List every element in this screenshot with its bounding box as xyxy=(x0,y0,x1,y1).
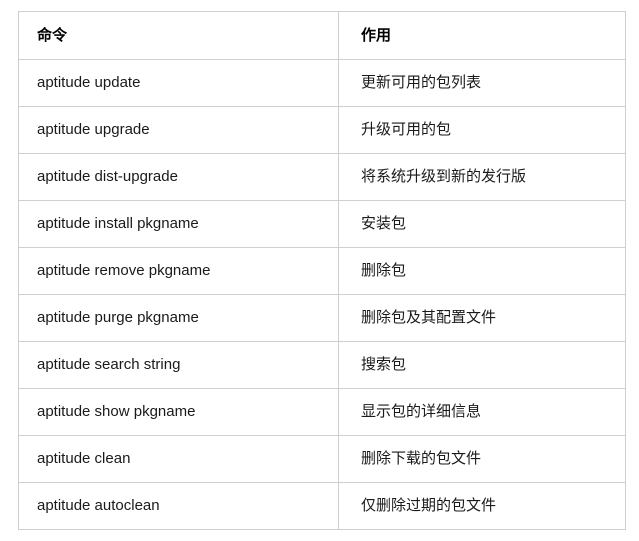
table-body: aptitude update 更新可用的包列表 aptitude upgrade 升… xyxy=(18,59,626,530)
cell-effect: 仅删除过期的包文件 xyxy=(338,482,626,530)
table-row: aptitude show pkgname 显示包的详细信息 xyxy=(18,388,626,436)
cell-command: aptitude dist-upgrade xyxy=(18,153,339,201)
cell-effect: 升级可用的包 xyxy=(338,106,626,154)
table-row: aptitude clean 删除下载的包文件 xyxy=(18,435,626,483)
table-row: aptitude update 更新可用的包列表 xyxy=(18,59,626,107)
cell-command: aptitude remove pkgname xyxy=(18,247,339,295)
cell-command: aptitude show pkgname xyxy=(18,388,339,436)
cell-effect: 更新可用的包列表 xyxy=(338,59,626,107)
table-header: 命令 作用 xyxy=(18,11,626,60)
table-header-row: 命令 作用 xyxy=(18,11,626,60)
cell-command: aptitude upgrade xyxy=(18,106,339,154)
cell-effect: 显示包的详细信息 xyxy=(338,388,626,436)
column-header-command: 命令 xyxy=(18,11,339,60)
cell-command: aptitude search string xyxy=(18,341,339,389)
table-row: aptitude upgrade 升级可用的包 xyxy=(18,106,626,154)
cell-effect: 安装包 xyxy=(338,200,626,248)
column-header-effect: 作用 xyxy=(338,11,626,60)
cell-command: aptitude autoclean xyxy=(18,482,339,530)
table-row: aptitude autoclean 仅删除过期的包文件 xyxy=(18,482,626,530)
command-reference-table: 命令 作用 aptitude update 更新可用的包列表 aptitude up… xyxy=(18,11,626,530)
table-row: aptitude search string 搜索包 xyxy=(18,341,626,389)
cell-command: aptitude install pkgname xyxy=(18,200,339,248)
table-row: aptitude remove pkgname 删除包 xyxy=(18,247,626,295)
cell-command: aptitude purge pkgname xyxy=(18,294,339,342)
cell-effect: 搜索包 xyxy=(338,341,626,389)
table-row: aptitude install pkgname 安装包 xyxy=(18,200,626,248)
cell-effect: 将系统升级到新的发行版 xyxy=(338,153,626,201)
table-row: aptitude purge pkgname 删除包及其配置文件 xyxy=(18,294,626,342)
cell-command: aptitude update xyxy=(18,59,339,107)
cell-effect: 删除包及其配置文件 xyxy=(338,294,626,342)
command-reference-table-container: 命令 作用 aptitude update 更新可用的包列表 aptitude up… xyxy=(18,11,626,530)
cell-effect: 删除下载的包文件 xyxy=(338,435,626,483)
cell-effect: 删除包 xyxy=(338,247,626,295)
table-row: aptitude dist-upgrade 将系统升级到新的发行版 xyxy=(18,153,626,201)
cell-command: aptitude clean xyxy=(18,435,339,483)
